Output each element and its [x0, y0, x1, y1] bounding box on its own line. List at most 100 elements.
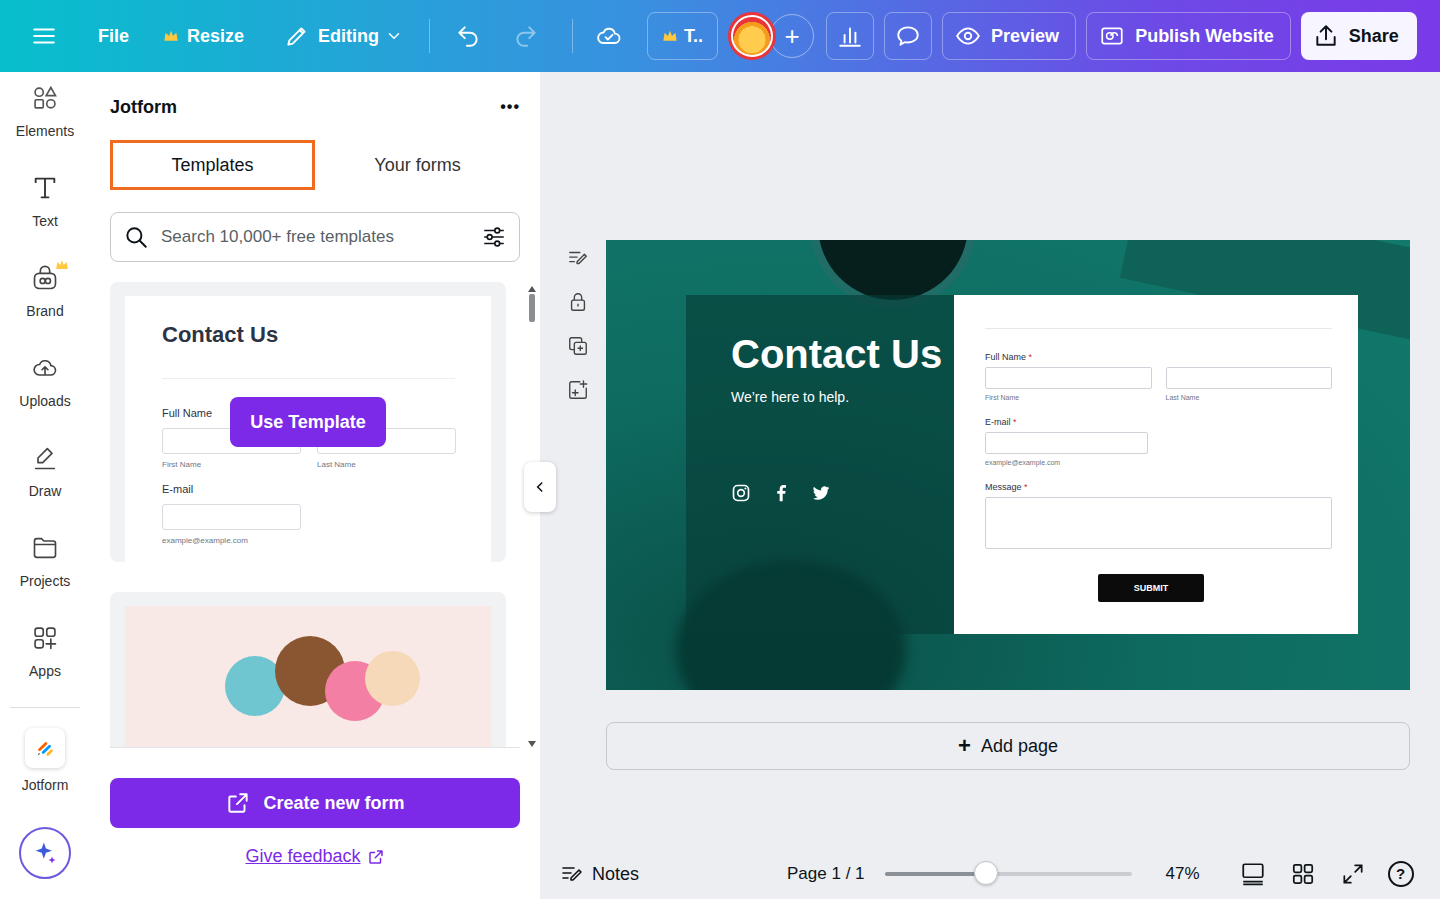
cloud-check-icon	[595, 22, 623, 50]
lock-icon[interactable]	[567, 291, 589, 313]
rail-item[interactable]: Brand	[0, 256, 90, 346]
sparkle-icon	[31, 839, 59, 867]
preview-button[interactable]: Preview	[942, 12, 1076, 60]
jotform-app-item[interactable]: Jotform	[0, 708, 90, 793]
divider	[162, 378, 455, 379]
sublabel: Last Name	[1166, 394, 1333, 401]
chevron-left-icon	[533, 480, 547, 494]
insights-button[interactable]	[826, 12, 874, 60]
resize-button[interactable]: Resize	[163, 26, 244, 47]
tab[interactable]: Your forms	[315, 140, 520, 190]
page-indicator[interactable]: Page 1 / 1	[787, 864, 865, 884]
magic-assistant-button[interactable]	[19, 827, 71, 879]
give-feedback-link[interactable]: Give feedback	[245, 846, 384, 867]
save-status-button[interactable]	[589, 16, 629, 56]
comments-button[interactable]	[884, 12, 932, 60]
contact-intro: Contact UsWe’re here to help.	[686, 295, 954, 634]
grid-view-icon[interactable]	[1290, 861, 1316, 887]
crown-icon	[55, 258, 69, 272]
page-view-icon[interactable]	[1240, 861, 1266, 887]
duplicate-icon[interactable]	[567, 335, 589, 357]
add-page-button[interactable]: +Add page	[606, 722, 1410, 770]
email-input[interactable]	[985, 432, 1148, 454]
instagram-icon[interactable]	[731, 483, 751, 503]
undo-button[interactable]	[448, 16, 488, 56]
notes-edit-icon[interactable]	[567, 247, 589, 269]
file-menu[interactable]: File	[98, 26, 129, 47]
share-button[interactable]: Share	[1301, 12, 1417, 60]
more-button[interactable]: •••	[500, 98, 520, 116]
rail-item[interactable]: Uploads	[0, 346, 90, 436]
rail-item[interactable]: Text	[0, 166, 90, 256]
menu-button[interactable]	[24, 16, 64, 56]
template-card[interactable]: Contact UsFull NameFirst NameLast NameE-…	[110, 282, 506, 562]
template-cards: Contact UsFull NameFirst NameLast NameE-…	[110, 282, 506, 747]
pencil-icon	[284, 23, 310, 49]
help-button[interactable]: ?	[1388, 861, 1414, 887]
avatar-picture	[733, 17, 771, 55]
scroll-up-icon[interactable]	[528, 286, 536, 292]
zoom-slider[interactable]	[885, 872, 1132, 876]
folder-icon	[31, 534, 59, 562]
zoom-thumb[interactable]	[974, 861, 998, 885]
brand-kit-icon	[31, 264, 59, 292]
template-card[interactable]	[110, 592, 506, 747]
user-avatar[interactable]	[728, 12, 776, 60]
rail-item[interactable]: Projects	[0, 526, 90, 616]
rail-icon-box	[31, 444, 59, 472]
page-toolbar	[560, 240, 596, 690]
rail-label: Projects	[20, 573, 71, 589]
zoom-reading[interactable]: 47%	[1166, 864, 1200, 884]
redo-button[interactable]	[506, 16, 546, 56]
rail-item[interactable]: Draw	[0, 436, 90, 526]
share-icon	[1313, 23, 1339, 49]
contact-card[interactable]: Contact UsWe’re here to help. Full Name *…	[686, 295, 1356, 634]
filter-icon[interactable]	[481, 224, 507, 250]
collapse-panel-button[interactable]	[524, 462, 556, 512]
notes-button[interactable]: Notes	[560, 862, 639, 886]
team-button[interactable]: T..	[647, 12, 718, 60]
rail-icon-box	[31, 624, 59, 652]
chevron-down-icon	[385, 27, 403, 45]
tab[interactable]: Templates	[110, 140, 315, 190]
twitter-icon[interactable]	[811, 483, 831, 503]
rail-icon-box	[31, 264, 59, 292]
rail-label: Draw	[29, 483, 62, 499]
scroll-down-icon[interactable]	[528, 741, 536, 747]
jotform-panel: Jotform ••• TemplatesYour forms Search 10,0…	[90, 72, 540, 899]
tab-bar: TemplatesYour forms	[110, 140, 520, 190]
last-name-input[interactable]	[1166, 367, 1333, 389]
rail-item[interactable]: Elements	[0, 76, 90, 166]
search-field[interactable]: Search 10,000+ free templates	[110, 212, 520, 262]
facebook-icon[interactable]	[771, 483, 791, 503]
pen-icon	[31, 444, 59, 472]
message-input[interactable]	[985, 497, 1332, 549]
use-template-button[interactable]: Use Template	[230, 397, 386, 447]
sublabel: First Name	[985, 394, 1152, 401]
comment-icon	[895, 23, 921, 49]
field-label: Message *	[985, 482, 1332, 492]
collaborators: +	[728, 12, 814, 60]
design-page[interactable]: Contact UsWe’re here to help. Full Name *…	[606, 240, 1410, 690]
panel-title: Jotform	[110, 97, 177, 118]
rail-icon-box	[31, 534, 59, 562]
rail-label: Apps	[29, 663, 61, 679]
rail-label: Brand	[26, 303, 63, 319]
design-title: Contact Us	[731, 332, 944, 377]
add-page-icon[interactable]	[567, 379, 589, 401]
plus-icon: +	[958, 733, 971, 759]
publish-website-button[interactable]: Publish Website	[1086, 12, 1291, 60]
first-name-input[interactable]	[985, 367, 1152, 389]
sublabel: First Name	[162, 460, 301, 469]
scrollbar[interactable]	[528, 282, 536, 747]
submit-button[interactable]: SUBMIT	[1098, 574, 1204, 602]
editing-menu[interactable]: Editing	[284, 23, 403, 49]
fullscreen-icon[interactable]	[1340, 861, 1366, 887]
rail-item[interactable]: Apps	[0, 616, 90, 706]
create-new-form-button[interactable]: Create new form	[110, 778, 520, 828]
invite-button[interactable]: +	[770, 14, 814, 58]
jotform-logo-icon	[34, 737, 56, 759]
canva-editor: File Resize Editing T.. + PreviewPublish Webs…	[0, 0, 1440, 899]
field-label: Full Name *	[985, 352, 1332, 362]
scroll-thumb[interactable]	[529, 294, 535, 322]
